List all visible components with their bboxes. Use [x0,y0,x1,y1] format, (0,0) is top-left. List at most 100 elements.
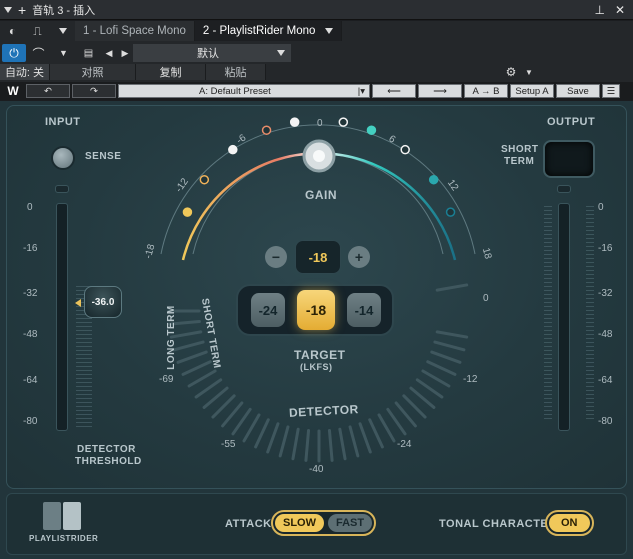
close-icon[interactable]: ✕ [615,3,625,17]
detector-tick-neg12: -12 [463,374,478,385]
gear-icon[interactable]: ⚙ [501,62,521,82]
detector-threshold-label-2: THRESHOLD [75,456,142,467]
tab-playlistrider[interactable]: 2 - PlaylistRider Mono [194,21,343,41]
gain-value-display: -18 [295,240,341,274]
attack-slow-option[interactable]: SLOW [275,514,324,532]
tab-lofi-space[interactable]: 1 - Lofi Space Mono [75,21,195,41]
detector-bar [242,413,261,443]
input-scale-64: -64 [23,375,38,386]
output-scale-80: -80 [598,416,613,427]
detector-bar [348,425,360,458]
tonal-on-option[interactable]: ON [549,514,590,532]
attack-switch[interactable]: SLOW FAST [271,510,377,536]
add-icon[interactable]: + [18,2,26,18]
detector-bar [386,407,407,436]
gain-plus-label: + [354,249,364,265]
preset-dropdown-icon [277,50,285,56]
next-arrow-button[interactable]: ⟶ [418,84,462,98]
auto-button[interactable]: 自动: 关 [0,64,50,80]
settings-dropdown-icon[interactable]: ▼ [521,62,537,82]
gain-node [289,117,300,127]
main-panel: INPUT SENSE 0 -16 -32 -48 -64 -80 -36.0 … [6,105,627,489]
prev-arrow-button[interactable]: ⟵ [372,84,416,98]
power-button[interactable]: ⏻ [2,44,26,62]
detector-bar [358,422,372,454]
next-preset-button[interactable]: ▶ [117,43,133,63]
detector-bar [172,340,205,352]
waves-preset-select[interactable]: A: Default Preset |▾ [118,84,370,98]
detector-bar [266,422,280,454]
detector-bar [377,413,396,443]
attack-fast-option[interactable]: FAST [328,514,373,532]
output-scale-ticks-right [586,206,594,420]
prev-preset-button[interactable]: ◀ [101,43,117,63]
output-clip-indicator [557,185,571,193]
tonal-character-toggle[interactable]: ON [545,510,594,536]
dropdown-icon[interactable] [50,21,75,41]
detector-bar [291,427,300,461]
target-unit: (LKFS) [300,362,333,372]
threshold-marker-icon [75,299,81,307]
logo-block-right [63,502,81,530]
gain-node [199,174,210,185]
detector-bar [304,429,311,462]
menu-icon[interactable]: ☰ [602,84,620,98]
host-titlebar: + 音轨 3 - 插入 ⊥ ✕ [0,0,633,20]
routing-icon[interactable]: ⎍ [25,21,50,41]
gain-minus-label: − [271,249,281,265]
target-option-neg24[interactable]: -24 [251,293,285,327]
detector-tick-neg55: -55 [221,439,236,450]
logo-text: PLAYLISTRIDER [29,534,99,543]
detector-tick-neg40: -40 [309,464,324,475]
target-option-neg14[interactable]: -14 [347,293,381,327]
paste-button[interactable]: 粘贴 [206,64,266,80]
input-label: INPUT [45,116,81,128]
short-term-label-1: SHORT [501,144,539,155]
sense-button[interactable] [51,146,75,170]
waves-preset-name: A: Default Preset [199,85,271,97]
input-meter [56,203,68,431]
input-clip-indicator [55,185,69,193]
gain-label: GAIN [305,188,337,202]
gain-knob-center [313,150,325,162]
preset-menu-icon: |▾ [357,85,365,97]
pin-icon[interactable]: ⊥ [594,3,604,17]
arrow-down-icon[interactable]: ▼ [51,43,76,63]
setup-button[interactable]: Setup A [510,84,554,98]
output-scale-64: -64 [598,375,613,386]
automation-icon[interactable]: ⌒ [26,43,51,63]
output-scale-32: -32 [598,288,613,299]
plugin-icon[interactable]: ◐ [0,21,25,41]
waves-toolbar: W ↶ ↷ A: Default Preset |▾ ⟵ ⟶ A → B Setu… [0,82,633,100]
output-scale-ticks [544,206,552,420]
compare-button[interactable]: 对照 [50,64,136,80]
gain-plus-button[interactable]: + [348,246,370,268]
detector-bar [278,425,290,458]
redo-icon[interactable]: ↷ [72,84,116,98]
tab-dropdown-icon[interactable] [325,28,334,34]
menu-arrow-icon[interactable] [4,6,12,13]
short-term-label-2: TERM [504,156,535,167]
gain-minus-button[interactable]: − [265,246,287,268]
gain-node [228,144,238,155]
logo-block-left [43,502,61,530]
gain-node [400,144,410,155]
preset-select[interactable]: 默认 [133,44,291,62]
copy-button[interactable]: 复制 [136,64,206,80]
input-scale-80: -80 [23,416,38,427]
preset-list-icon[interactable]: ▤ [76,43,101,63]
input-scale-48: -48 [23,329,38,340]
ab-button[interactable]: A → B [464,84,508,98]
input-scale-0: 0 [27,202,33,213]
detector-tick-neg69: -69 [159,374,174,385]
detector-bar [176,350,208,364]
detector-bar [254,418,270,449]
attack-label: ATTACK [225,518,272,530]
target-option-neg18-label: -18 [305,302,327,318]
threshold-knob[interactable]: -36.0 [84,286,122,318]
waves-logo-icon[interactable]: W [2,84,24,98]
undo-icon[interactable]: ↶ [26,84,70,98]
save-button[interactable]: Save [556,84,600,98]
detector-bar [327,429,334,462]
target-option-neg18[interactable]: -18 [297,290,335,330]
